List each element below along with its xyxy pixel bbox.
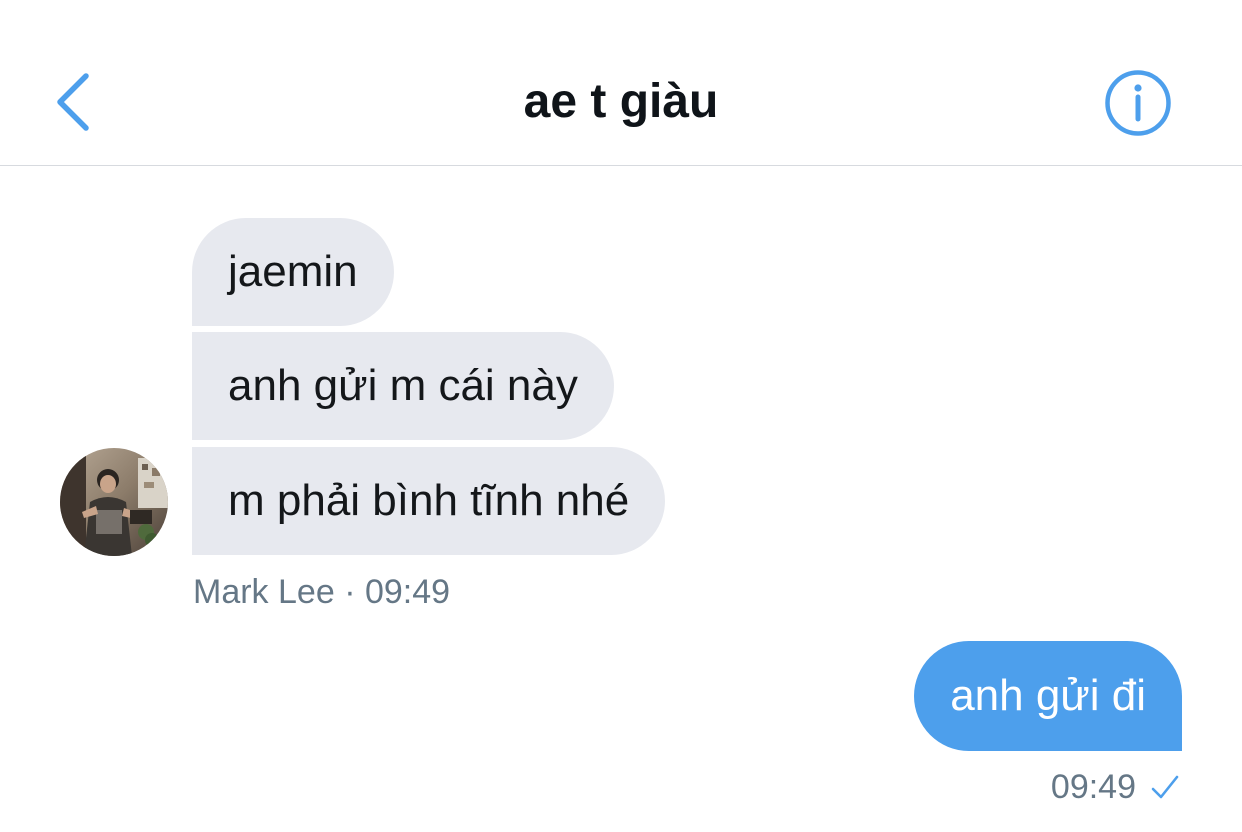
incoming-meta: Mark Lee · 09:49: [193, 570, 450, 614]
info-icon: [1105, 70, 1171, 136]
info-button[interactable]: [1104, 69, 1172, 137]
message-bubble-outgoing[interactable]: anh gửi đi: [914, 641, 1182, 751]
meta-separator: ·: [344, 573, 356, 611]
check-icon: [1151, 775, 1179, 799]
avatar[interactable]: [60, 448, 168, 556]
message-bubble-incoming[interactable]: m phải bình tĩnh nhé: [192, 447, 666, 555]
message-timestamp: 09:49: [364, 573, 451, 611]
conversation-header: ae t giàu: [0, 0, 1242, 166]
message-timestamp: 09:49: [1050, 767, 1136, 806]
avatar-photo: [60, 448, 168, 556]
outgoing-meta: 09:49: [1051, 764, 1180, 810]
sender-name[interactable]: Mark Lee: [193, 573, 335, 611]
conversation-title[interactable]: ae t giàu: [0, 70, 1242, 134]
message-bubble-incoming[interactable]: anh gửi m cái này: [192, 332, 614, 440]
message-bubble-incoming[interactable]: jaemin: [192, 218, 394, 326]
